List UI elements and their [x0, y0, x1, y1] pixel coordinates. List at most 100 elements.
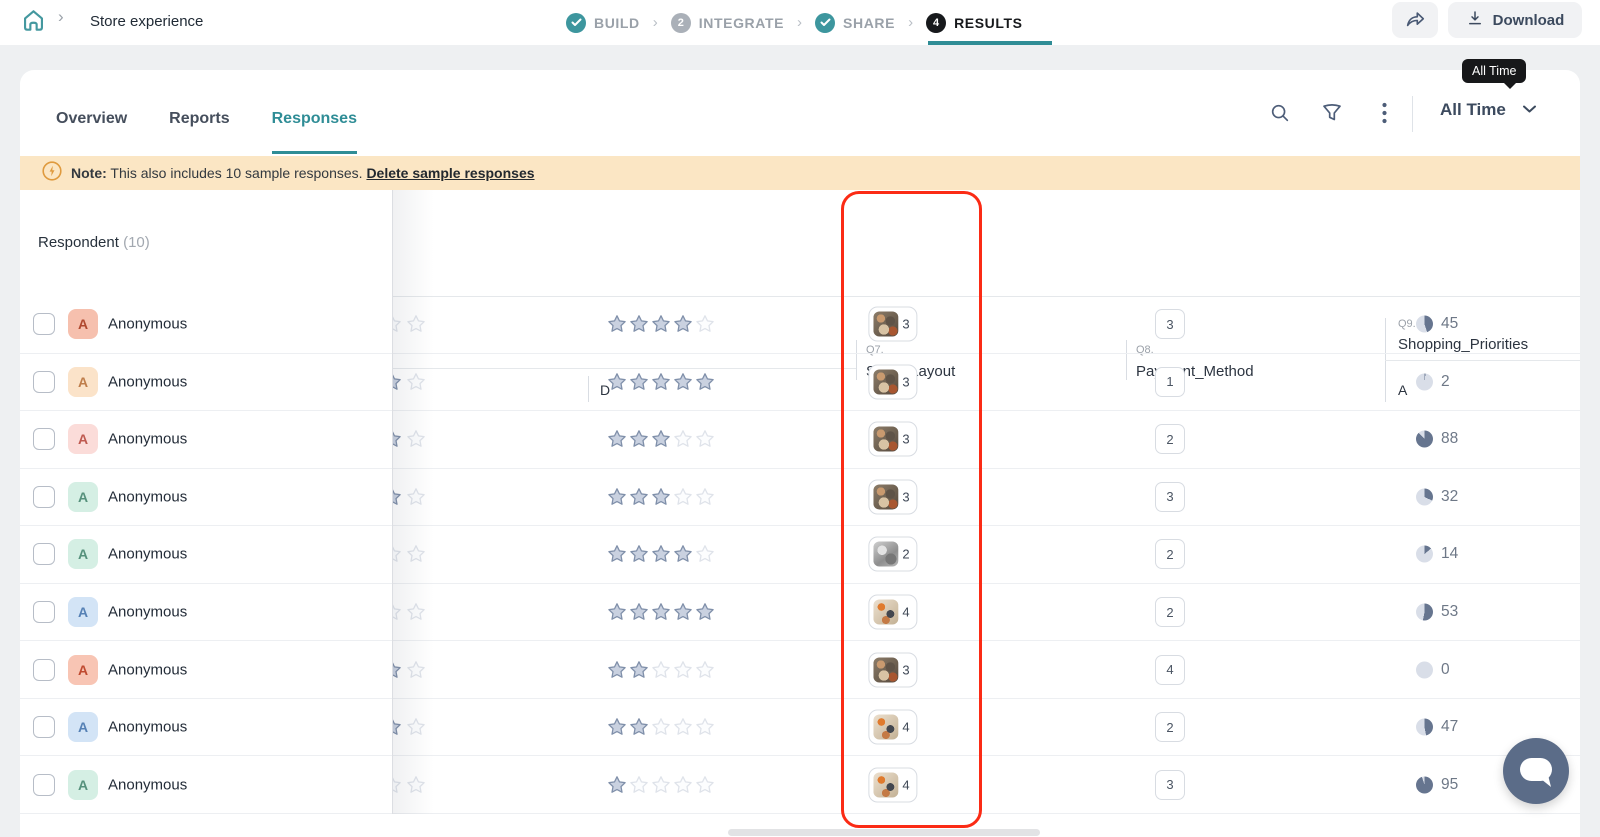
respondent-cell: A Anonymous: [20, 526, 392, 583]
row-checkbox[interactable]: [33, 371, 55, 393]
step-share[interactable]: SHARE: [815, 13, 895, 33]
step-build[interactable]: BUILD: [566, 13, 640, 33]
store-layout-value: 2: [902, 547, 909, 562]
store-layout-answer-chip[interactable]: 3: [868, 652, 917, 687]
table-row: 3 2 88 A Anonymous: [20, 411, 1580, 469]
avatar: A: [68, 309, 98, 339]
row-checkbox[interactable]: [33, 313, 55, 335]
respondent-name[interactable]: Anonymous: [108, 373, 187, 390]
payment-method-answer-chip[interactable]: 3: [1155, 482, 1185, 512]
time-filter-dropdown[interactable]: All Time: [1440, 100, 1537, 120]
store-layout-answer-chip[interactable]: 2: [868, 537, 917, 572]
table-row: 4 2 47 A Anonymous: [20, 699, 1580, 757]
payment-method-answer-chip[interactable]: 3: [1155, 770, 1185, 800]
share-button[interactable]: [1392, 2, 1438, 38]
wizard-steps: BUILD›2INTEGRATE›SHARE›4RESULTS: [566, 0, 1023, 45]
rating-stars: [607, 602, 715, 622]
step-integrate[interactable]: 2INTEGRATE: [671, 13, 784, 33]
store-layout-answer-chip[interactable]: 3: [868, 479, 917, 514]
store-layout-answer-chip[interactable]: 4: [868, 710, 917, 745]
store-layout-answer-chip[interactable]: 3: [868, 364, 917, 399]
respondent-name[interactable]: Anonymous: [108, 431, 187, 448]
respondent-name[interactable]: Anonymous: [108, 719, 187, 736]
rating-stars: [607, 487, 715, 507]
respondent-name[interactable]: Anonymous: [108, 546, 187, 563]
shopping-priorities-value: 14: [1441, 545, 1458, 563]
payment-method-answer-chip[interactable]: 2: [1155, 712, 1185, 742]
results-page: › Store experience BUILD›2INTEGRATE›SHAR…: [0, 0, 1600, 837]
payment-method-answer-chip[interactable]: 1: [1155, 367, 1185, 397]
store-layout-value: 3: [902, 432, 909, 447]
horizontal-scrollbar[interactable]: [728, 829, 1040, 836]
store-layout-answer-chip[interactable]: 4: [868, 595, 917, 630]
respondent-cell: A Anonymous: [20, 756, 392, 813]
respondent-name[interactable]: Anonymous: [108, 661, 187, 678]
payment-method-answer-chip[interactable]: 3: [1155, 309, 1185, 339]
filter-button[interactable]: [1312, 94, 1352, 134]
row-checkbox[interactable]: [33, 774, 55, 796]
store-photo-thumbnail: [873, 427, 898, 452]
search-button[interactable]: [1260, 94, 1300, 134]
step-results[interactable]: 4 RESULTS: [926, 13, 1023, 33]
more-options-button[interactable]: [1364, 94, 1404, 134]
respondent-name[interactable]: Anonymous: [108, 776, 187, 793]
store-layout-answer-chip[interactable]: 4: [868, 767, 917, 802]
respondent-name[interactable]: Anonymous: [108, 488, 187, 505]
step-label: RESULTS: [954, 15, 1023, 31]
download-label: Download: [1493, 12, 1565, 29]
shopping-priorities-pie: [1416, 488, 1433, 505]
store-photo-thumbnail: [873, 312, 898, 337]
delete-sample-responses-link[interactable]: Delete sample responses: [366, 165, 534, 181]
shopping-priorities-pie: [1416, 431, 1433, 448]
shopping-priorities-value: 32: [1441, 488, 1458, 506]
store-layout-answer-chip[interactable]: 3: [868, 307, 917, 342]
shopping-priorities-pie: [1416, 546, 1433, 563]
avatar: A: [68, 482, 98, 512]
respondent-name[interactable]: Anonymous: [108, 604, 187, 621]
payment-method-answer-chip[interactable]: 2: [1155, 597, 1185, 627]
breadcrumb[interactable]: Store experience: [90, 13, 203, 30]
step-number: 4: [926, 13, 946, 33]
respondent-name[interactable]: Anonymous: [108, 316, 187, 333]
respondent-header: Respondent (10): [38, 234, 150, 251]
avatar: A: [68, 770, 98, 800]
rating-stars: [607, 372, 715, 392]
avatar: A: [68, 655, 98, 685]
shopping-priorities-value: 88: [1441, 430, 1458, 448]
row-checkbox[interactable]: [33, 428, 55, 450]
respondent-cell: A Anonymous: [20, 641, 392, 698]
table-body: 3 3 45 A Anonymous 3 1 2 A Anonymous 3 2: [20, 296, 1580, 814]
row-checkbox[interactable]: [33, 659, 55, 681]
respondent-cell: A Anonymous: [20, 354, 392, 411]
store-layout-value: 4: [902, 720, 909, 735]
table-header: Respondent (10) D Q7. Store_Layout Q8. P…: [20, 190, 1580, 297]
kebab-menu-icon: [1382, 102, 1387, 127]
shopping-priorities-value: 47: [1441, 718, 1458, 736]
tab-reports[interactable]: Reports: [169, 86, 229, 154]
sample-responses-note: Note: This also includes 10 sample respo…: [20, 156, 1580, 190]
home-button[interactable]: [18, 8, 48, 38]
shopping-priorities-value: 53: [1441, 603, 1458, 621]
step-label: BUILD: [594, 15, 640, 31]
shopping-priorities-pie: [1416, 316, 1433, 333]
avatar: A: [68, 597, 98, 627]
payment-method-answer-chip[interactable]: 2: [1155, 424, 1185, 454]
tab-overview[interactable]: Overview: [56, 86, 127, 154]
tab-bar: Overview Reports Responses: [56, 86, 357, 154]
top-actions: Download: [1392, 2, 1582, 38]
row-checkbox[interactable]: [33, 543, 55, 565]
row-checkbox[interactable]: [33, 716, 55, 738]
step-chevron-icon: ›: [908, 14, 913, 31]
shopping-priorities-pie: [1416, 604, 1433, 621]
row-checkbox[interactable]: [33, 601, 55, 623]
table-row: 4 3 95 A Anonymous: [20, 756, 1580, 814]
chat-widget-button[interactable]: [1503, 738, 1569, 804]
time-filter-tooltip: All Time: [1462, 59, 1526, 83]
payment-method-answer-chip[interactable]: 2: [1155, 539, 1185, 569]
download-button[interactable]: Download: [1448, 2, 1582, 38]
store-layout-answer-chip[interactable]: 3: [868, 422, 917, 457]
share-icon: [1404, 8, 1426, 33]
tab-responses[interactable]: Responses: [272, 86, 357, 154]
payment-method-answer-chip[interactable]: 4: [1155, 655, 1185, 685]
row-checkbox[interactable]: [33, 486, 55, 508]
